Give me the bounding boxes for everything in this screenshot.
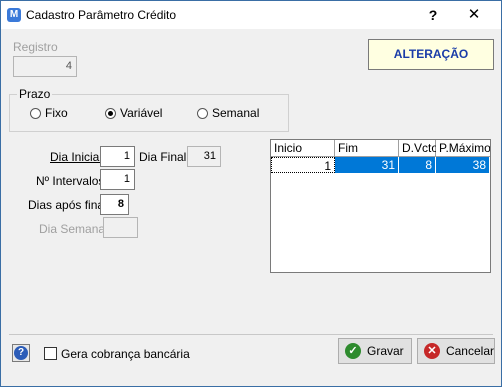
check-icon: ✓ — [345, 343, 361, 359]
dia-semana-field — [103, 217, 138, 238]
status-badge: ALTERAÇÃO — [368, 39, 494, 70]
radio-label: Fixo — [45, 106, 68, 120]
gera-cobranca-label: Gera cobrança bancária — [61, 347, 190, 361]
footer-separator — [9, 334, 493, 335]
dia-inicial-input[interactable]: 1 — [100, 146, 135, 167]
grid-header-fim[interactable]: Fim — [335, 140, 399, 157]
grid-cell-dvcto[interactable]: 8 — [399, 157, 436, 173]
grid-header-inicio[interactable]: Inicio — [271, 140, 335, 157]
grid-cell-inicio[interactable]: 1 — [271, 157, 335, 173]
cancel-icon: ✕ — [424, 343, 440, 359]
gera-cobranca-checkbox[interactable] — [44, 347, 57, 360]
cancel-button[interactable]: ✕ Cancelar — [417, 338, 495, 364]
help-button[interactable]: ? — [421, 5, 445, 25]
dia-semana-label: Dia Semana — [39, 222, 106, 236]
radio-label: Variável — [120, 106, 163, 120]
intervals-grid[interactable]: Inicio Fim D.Vcto P.Máximo 1 31 8 38 — [270, 139, 491, 273]
grid-header-dvcto[interactable]: D.Vcto — [399, 140, 438, 157]
question-icon: ? — [14, 346, 28, 360]
dias-apos-final-label: Dias após final — [28, 198, 107, 212]
prazo-variavel-radio[interactable]: Variável — [105, 106, 162, 120]
save-button[interactable]: ✓ Gravar — [338, 338, 412, 364]
radio-circle-selected — [105, 107, 116, 119]
dialog-window: M Cadastro Parâmetro Crédito ? ✕ Registr… — [0, 0, 502, 387]
dias-apos-final-input[interactable]: 8 — [100, 194, 129, 215]
dia-inicial-label: Dia Inicial — [50, 150, 103, 164]
registro-field: 4 — [13, 56, 77, 77]
dia-final-label: Dia Final — [139, 150, 187, 164]
prazo-semanal-radio[interactable]: Semanal — [197, 106, 259, 120]
radio-label: Semanal — [212, 106, 260, 120]
grid-cell-fim[interactable]: 31 — [335, 157, 399, 173]
dia-final-field: 31 — [187, 146, 221, 167]
grid-header-pmaximo[interactable]: P.Máximo — [436, 140, 490, 157]
save-label: Gravar — [367, 344, 404, 358]
help-icon-button[interactable]: ? — [12, 344, 30, 362]
radio-circle — [30, 107, 41, 119]
intervalos-label: Nº Intervalos — [36, 174, 105, 188]
registro-label: Registro — [13, 40, 58, 54]
grid-cell-pmaximo[interactable]: 38 — [436, 157, 490, 173]
radio-circle — [197, 107, 208, 119]
prazo-fixo-radio[interactable]: Fixo — [30, 106, 68, 120]
title-bar: M Cadastro Parâmetro Crédito ? ✕ — [1, 1, 501, 29]
prazo-group-title: Prazo — [17, 87, 53, 101]
intervalos-input[interactable]: 1 — [100, 169, 135, 190]
window-title: Cadastro Parâmetro Crédito — [26, 8, 177, 22]
app-logo-icon: M — [7, 8, 21, 22]
close-button[interactable]: ✕ — [461, 5, 487, 25]
cancel-label: Cancelar — [445, 344, 494, 358]
